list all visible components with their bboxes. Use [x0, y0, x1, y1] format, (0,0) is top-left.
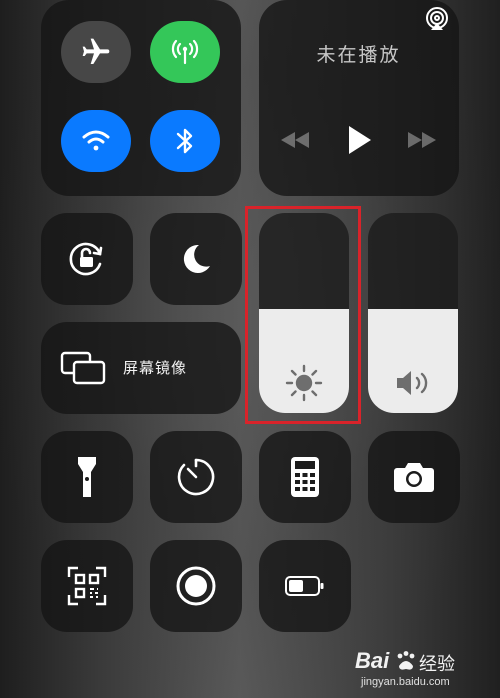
- rewind-icon: [281, 132, 309, 148]
- flashlight-icon: [78, 457, 96, 497]
- battery-icon: [285, 576, 324, 596]
- airplay-icon: [426, 7, 448, 30]
- qr-scanner-button[interactable]: [41, 540, 133, 632]
- watermark-suffix: 经验: [419, 654, 455, 675]
- wifi-icon: [82, 130, 110, 151]
- bluetooth-icon: [176, 128, 193, 154]
- play-button[interactable]: [341, 122, 377, 158]
- cellular-icon: [171, 39, 199, 65]
- airplane-icon: [82, 38, 110, 64]
- rotation-lock-button[interactable]: [41, 213, 133, 305]
- screen-mirroring-icon: [60, 351, 106, 385]
- now-playing-title: 未在播放: [316, 44, 401, 66]
- watermark-brand: Bai: [355, 648, 390, 673]
- bluetooth-button[interactable]: [150, 110, 220, 172]
- fast-forward-button[interactable]: [405, 128, 439, 152]
- do-not-disturb-button[interactable]: [150, 213, 242, 305]
- calculator-icon: [291, 457, 319, 497]
- low-power-mode-button[interactable]: [259, 540, 351, 632]
- camera-button[interactable]: [368, 431, 460, 523]
- timer-icon: [177, 458, 215, 496]
- camera-icon: [394, 463, 434, 492]
- fast-forward-icon: [408, 132, 436, 148]
- cellular-data-button[interactable]: [150, 21, 220, 83]
- watermark-url: jingyan.baidu.com: [361, 676, 450, 688]
- volume-icon: [397, 371, 428, 395]
- rotation-lock-icon: [69, 242, 103, 276]
- volume-slider[interactable]: [368, 213, 458, 413]
- paw-icon: [397, 651, 415, 670]
- moon-icon: [183, 244, 210, 273]
- rewind-button[interactable]: [278, 128, 312, 152]
- baidu-watermark: Bai 经验 jingyan.baidu.com: [355, 648, 495, 694]
- screen-mirroring-label: 屏幕镜像: [123, 359, 188, 377]
- flashlight-button[interactable]: [41, 431, 133, 523]
- brightness-highlight-box: [245, 206, 361, 424]
- wifi-button[interactable]: [61, 110, 131, 172]
- qr-scanner-icon: [67, 566, 107, 606]
- airplane-mode-button[interactable]: [61, 21, 131, 83]
- play-icon: [349, 126, 371, 154]
- screen-mirroring-button[interactable]: 屏幕镜像: [41, 322, 241, 414]
- record-icon: [176, 566, 216, 606]
- calculator-button[interactable]: [259, 431, 351, 523]
- airplay-button[interactable]: [422, 5, 452, 33]
- screen-record-button[interactable]: [150, 540, 242, 632]
- timer-button[interactable]: [150, 431, 242, 523]
